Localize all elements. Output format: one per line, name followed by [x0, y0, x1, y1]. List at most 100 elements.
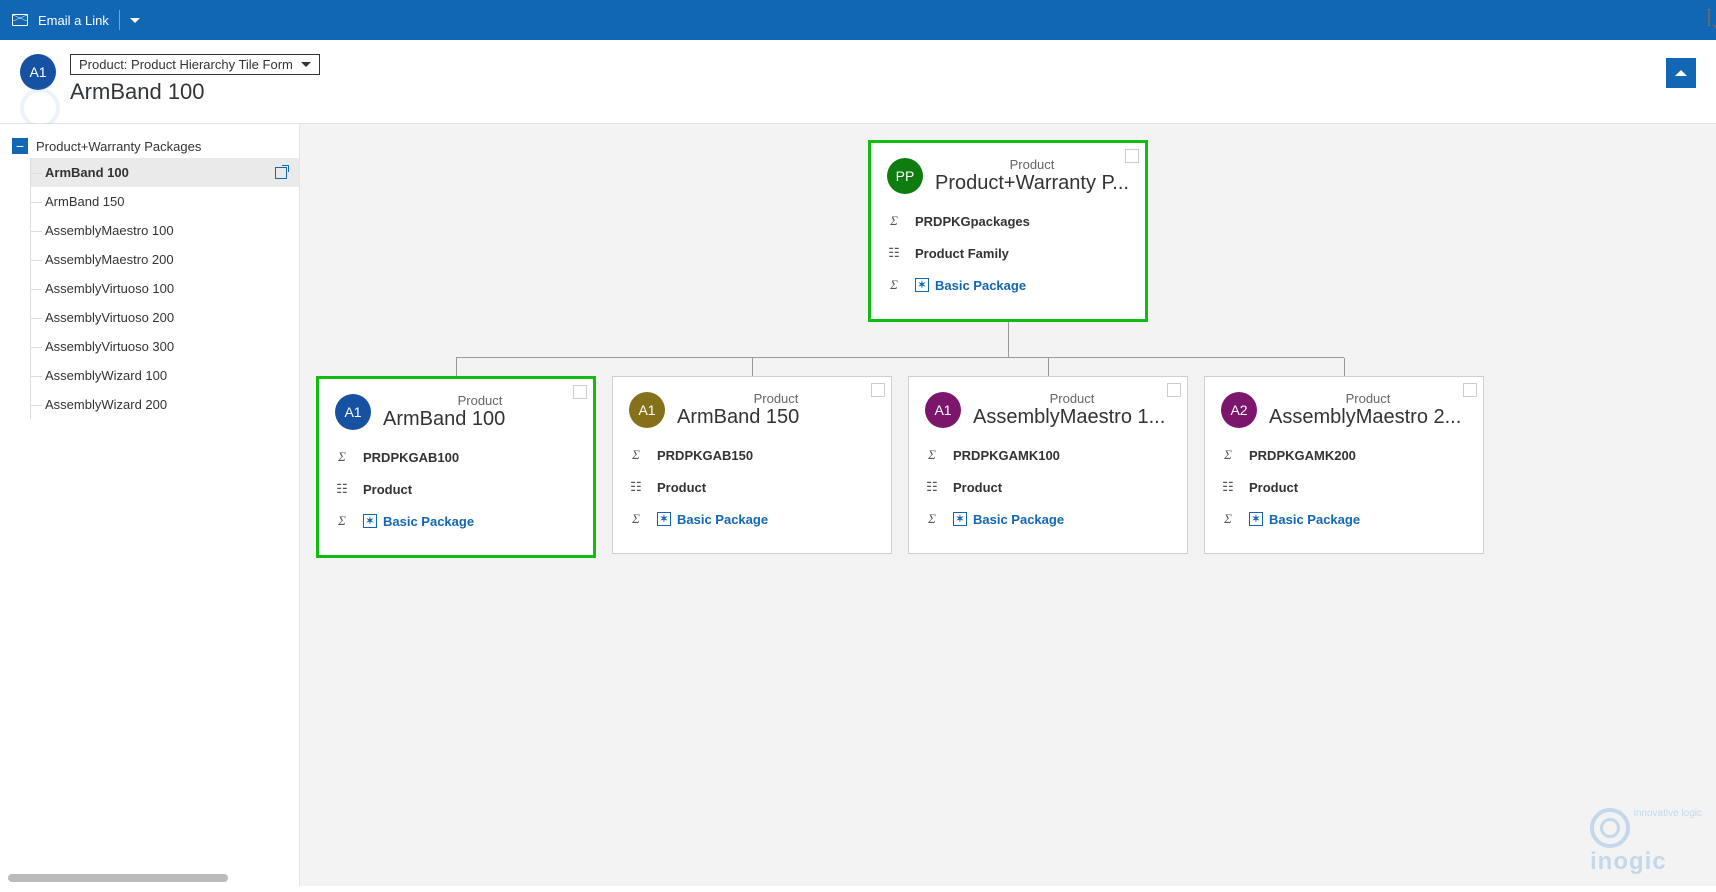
tile-type-label: Product [677, 391, 875, 406]
tree-item-label: AssemblyVirtuoso 200 [45, 310, 174, 325]
code-icon: Σ [925, 447, 939, 463]
structure-icon: ☷ [887, 245, 901, 261]
tile-package-label: Basic Package [973, 512, 1064, 527]
record-title: ArmBand 100 [70, 79, 320, 105]
package-row-icon: Σ [887, 277, 901, 293]
code-icon: Σ [335, 449, 349, 465]
package-row-icon: Σ [335, 513, 349, 529]
tree-item-label: ArmBand 150 [45, 194, 125, 209]
assistant-button[interactable] [1708, 10, 1710, 25]
tile-title: AssemblyMaestro 1... [973, 406, 1171, 429]
tile-structure: Product [657, 480, 706, 495]
structure-icon: ☷ [1221, 479, 1235, 495]
hierarchy-tile[interactable]: A2ProductAssemblyMaestro 2...ΣPRDPKGAMK2… [1204, 376, 1484, 554]
tile-select-checkbox[interactable] [871, 383, 885, 397]
form-selector-label: Product: Product Hierarchy Tile Form [79, 57, 293, 72]
hierarchy-tile[interactable]: A1ProductArmBand 100ΣPRDPKGAB100☷Product… [316, 376, 596, 558]
tile-package-link[interactable]: ✶ Basic Package [1249, 512, 1360, 527]
tree-root-label: Product+Warranty Packages [36, 139, 201, 154]
package-icon: ✶ [363, 514, 377, 528]
tree-root-node[interactable]: − Product+Warranty Packages [0, 134, 299, 158]
tree-item-label: AssemblyMaestro 100 [45, 223, 174, 238]
tile-title: AssemblyMaestro 2... [1269, 406, 1467, 429]
tile-package-label: Basic Package [677, 512, 768, 527]
tile-title: Product+Warranty P... [935, 172, 1129, 195]
tile-type-label: Product [973, 391, 1171, 406]
hierarchy-tree-panel: − Product+Warranty Packages ArmBand 100 A… [0, 124, 300, 886]
package-row-icon: Σ [1221, 511, 1235, 527]
tile-avatar: A2 [1221, 392, 1257, 428]
email-a-link-button[interactable]: Email a Link [38, 13, 109, 28]
tile-select-checkbox[interactable] [1167, 383, 1181, 397]
command-bar: Email a Link [0, 0, 1716, 40]
chevron-down-icon [301, 62, 311, 67]
popout-icon[interactable] [275, 167, 287, 179]
collapse-header-button[interactable] [1666, 58, 1696, 88]
tile-type-label: Product [383, 393, 577, 408]
tile-select-checkbox[interactable] [573, 385, 587, 399]
tile-package-link[interactable]: ✶ Basic Package [657, 512, 768, 527]
tile-type-label: Product [1269, 391, 1467, 406]
tile-code: PRDPKGAMK100 [953, 448, 1060, 463]
scrollbar-thumb[interactable] [8, 874, 228, 882]
code-icon: Σ [1221, 447, 1235, 463]
form-selector-dropdown[interactable]: Product: Product Hierarchy Tile Form [70, 54, 320, 75]
hierarchy-tile[interactable]: A1ProductArmBand 150ΣPRDPKGAB150☷Product… [612, 376, 892, 554]
tree-item[interactable]: AssemblyVirtuoso 200 [31, 303, 299, 332]
tree-item[interactable]: AssemblyWizard 100 [31, 361, 299, 390]
tile-package-link[interactable]: ✶ Basic Package [953, 512, 1064, 527]
code-icon: Σ [629, 447, 643, 463]
tree-item[interactable]: ArmBand 100 [31, 158, 299, 187]
tile-package-link[interactable]: ✶ Basic Package [363, 514, 474, 529]
tile-title: ArmBand 100 [383, 408, 577, 431]
tile-select-checkbox[interactable] [1125, 149, 1139, 163]
chat-icon [1708, 9, 1710, 26]
command-bar-more-dropdown[interactable] [130, 18, 140, 23]
tree-item-label: AssemblyVirtuoso 300 [45, 339, 174, 354]
structure-icon: ☷ [925, 479, 939, 495]
hierarchy-canvas[interactable]: PPProductProduct+Warranty P...ΣPRDPKGpac… [300, 124, 1716, 886]
tree-item-label: AssemblyWizard 200 [45, 397, 167, 412]
tree-collapse-toggle[interactable]: − [12, 138, 28, 154]
email-icon [12, 14, 28, 26]
tile-title: ArmBand 150 [677, 406, 875, 429]
tree-item-label: AssemblyMaestro 200 [45, 252, 174, 267]
tile-structure: Product [1249, 480, 1298, 495]
hierarchy-tile[interactable]: A1 ProductAssemblyMaestro 1... Σ PRDPKGAMK1… [908, 376, 1188, 554]
tree-item[interactable]: AssemblyMaestro 200 [31, 245, 299, 274]
tree-item-label: AssemblyVirtuoso 100 [45, 281, 174, 296]
record-header: innovative logic inogic A1 Product: Prod… [0, 40, 1716, 124]
tile-select-checkbox[interactable] [1463, 383, 1477, 397]
tile-avatar: A1 [629, 392, 665, 428]
package-row-icon: Σ [925, 511, 939, 527]
tree-item[interactable]: AssemblyVirtuoso 100 [31, 274, 299, 303]
code-icon: Σ [887, 213, 901, 229]
tile-structure: Product Family [915, 246, 1009, 261]
record-avatar: A1 [20, 54, 56, 90]
package-icon: ✶ [915, 278, 929, 292]
tile-code: PRDPKGAMK200 [1249, 448, 1356, 463]
tile-package-label: Basic Package [1269, 512, 1360, 527]
tree-item[interactable]: AssemblyWizard 200 [31, 390, 299, 419]
tile-package-link[interactable]: ✶ Basic Package [915, 278, 1026, 293]
tile-package-label: Basic Package [935, 278, 1026, 293]
package-icon: ✶ [657, 512, 671, 526]
hierarchy-tile[interactable]: PPProductProduct+Warranty P...ΣPRDPKGpac… [868, 140, 1148, 322]
tile-structure: Product [363, 482, 412, 497]
package-row-icon: Σ [629, 511, 643, 527]
tile-code: PRDPKGAB100 [363, 450, 459, 465]
chevron-up-icon [1675, 70, 1687, 76]
package-icon: ✶ [953, 512, 967, 526]
tile-package-label: Basic Package [383, 514, 474, 529]
tree-item[interactable]: AssemblyMaestro 100 [31, 216, 299, 245]
structure-icon: ☷ [629, 479, 643, 495]
package-icon: ✶ [1249, 512, 1263, 526]
tree-item-label: ArmBand 100 [45, 165, 129, 180]
tree-item[interactable]: AssemblyVirtuoso 300 [31, 332, 299, 361]
tree-item[interactable]: ArmBand 150 [31, 187, 299, 216]
tile-avatar: A1 [335, 394, 371, 430]
tile-code: PRDPKGAB150 [657, 448, 753, 463]
tile-avatar: A1 [925, 392, 961, 428]
tile-code: PRDPKGpackages [915, 214, 1030, 229]
divider [119, 10, 120, 30]
